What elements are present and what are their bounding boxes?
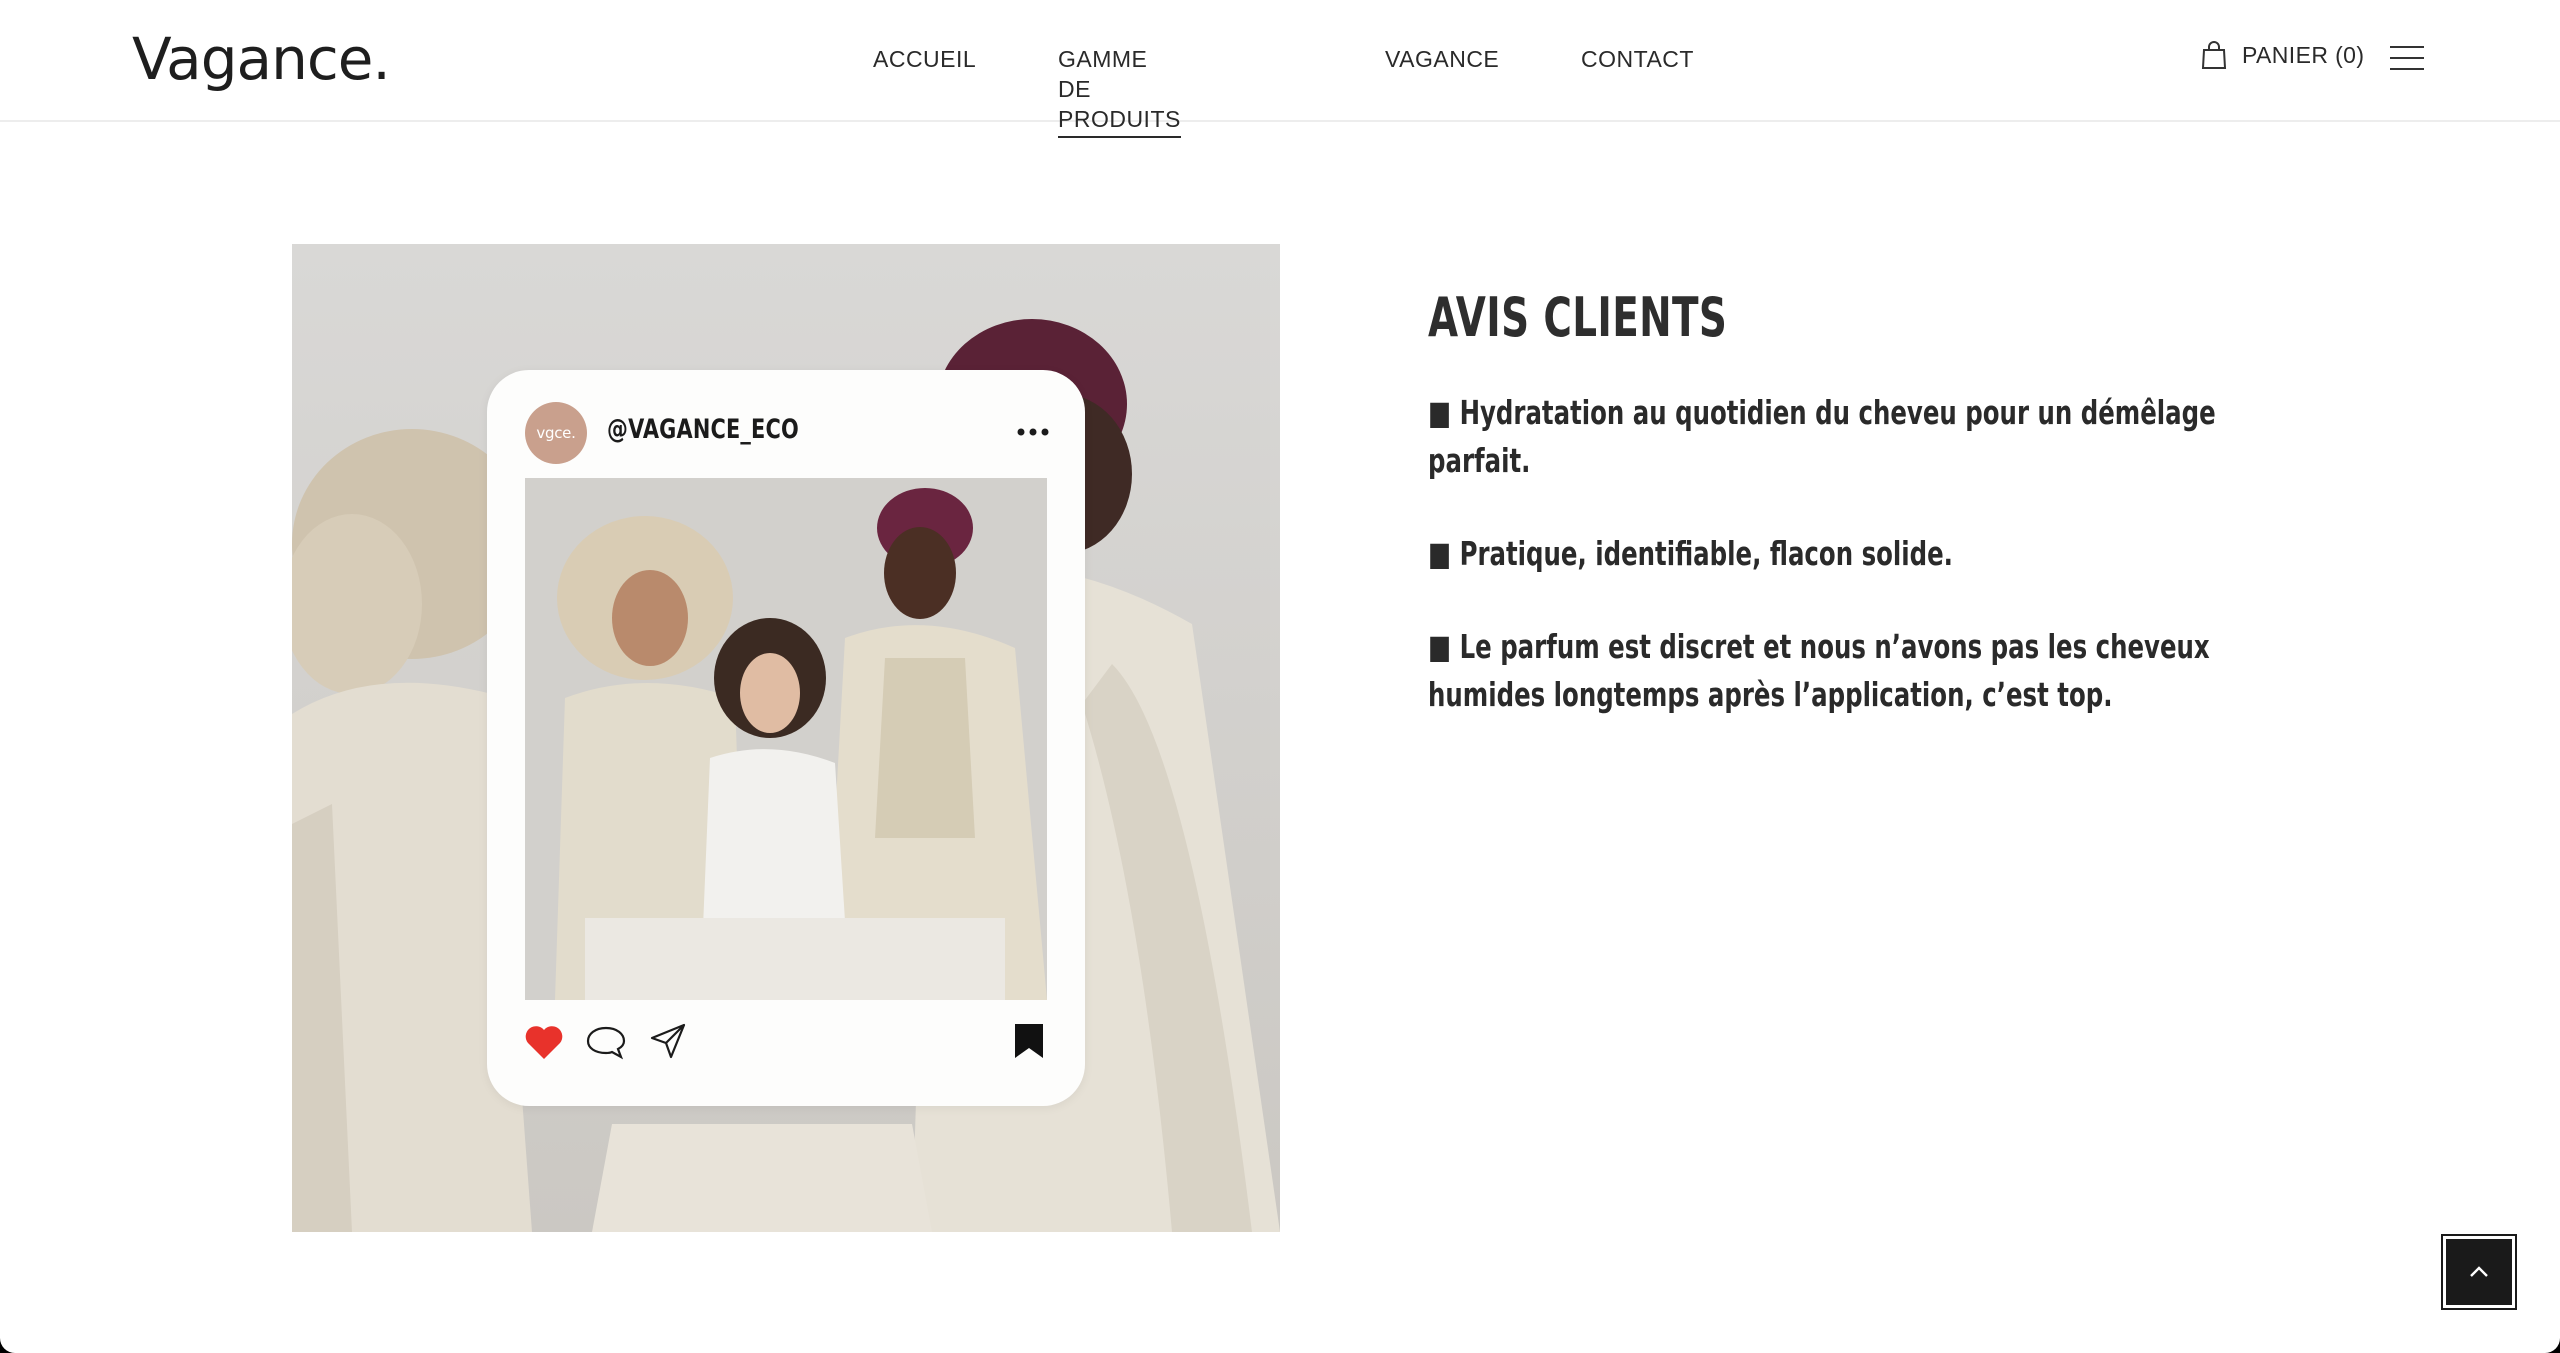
review-item: ■ Hydratation au quotidien du cheveu pou… — [1428, 393, 2216, 480]
nav-item-gamme-de-produits[interactable]: GAMME DE PRODUITS — [1058, 44, 1181, 138]
nav-item-accueil[interactable]: ACCUEIL — [873, 44, 976, 74]
window-bottom-edge — [0, 1338, 2560, 1353]
product-lifestyle-image: vgce. @VAGANCE_ECO — [292, 244, 1280, 1232]
logo[interactable]: Vagance. — [132, 18, 391, 100]
instagram-handle[interactable]: @VAGANCE_ECO — [607, 414, 799, 445]
more-icon[interactable] — [1015, 422, 1051, 442]
heart-icon[interactable] — [523, 1022, 565, 1062]
back-to-top-button[interactable] — [2441, 1234, 2517, 1310]
review-item: ■ Le parfum est discret et nous n’avons … — [1428, 627, 2210, 714]
site-header: Vagance. ACCUEIL GAMME DE PRODUITS VAGAN… — [0, 0, 2560, 138]
nav-item-contact[interactable]: CONTACT — [1581, 44, 1694, 74]
hamburger-menu-icon[interactable] — [2390, 45, 2424, 71]
share-icon[interactable] — [649, 1022, 687, 1060]
chevron-up-icon — [2470, 1266, 2488, 1277]
avatar[interactable]: vgce. — [525, 402, 587, 464]
window-bottom-fill — [0, 1338, 2560, 1353]
instagram-post-photo — [525, 478, 1047, 1000]
comment-icon[interactable] — [585, 1024, 627, 1062]
nav-item-vagance[interactable]: VAGANCE — [1385, 44, 1499, 74]
bookmark-icon[interactable] — [1013, 1022, 1045, 1060]
reviews-title: AVIS CLIENTS — [1428, 286, 1728, 349]
cart-label: PANIER (0) — [2242, 41, 2365, 68]
shopping-bag-icon — [2201, 41, 2227, 69]
cart-button[interactable]: PANIER (0) — [2200, 40, 2364, 70]
customer-reviews: AVIS CLIENTS ■ Hydratation au quotidien … — [1428, 286, 2308, 764]
group-photo — [525, 478, 1047, 1000]
review-item: ■ Pratique, identifiable, flacon solide. — [1428, 534, 1953, 573]
instagram-post-card: vgce. @VAGANCE_ECO — [487, 370, 1085, 1106]
